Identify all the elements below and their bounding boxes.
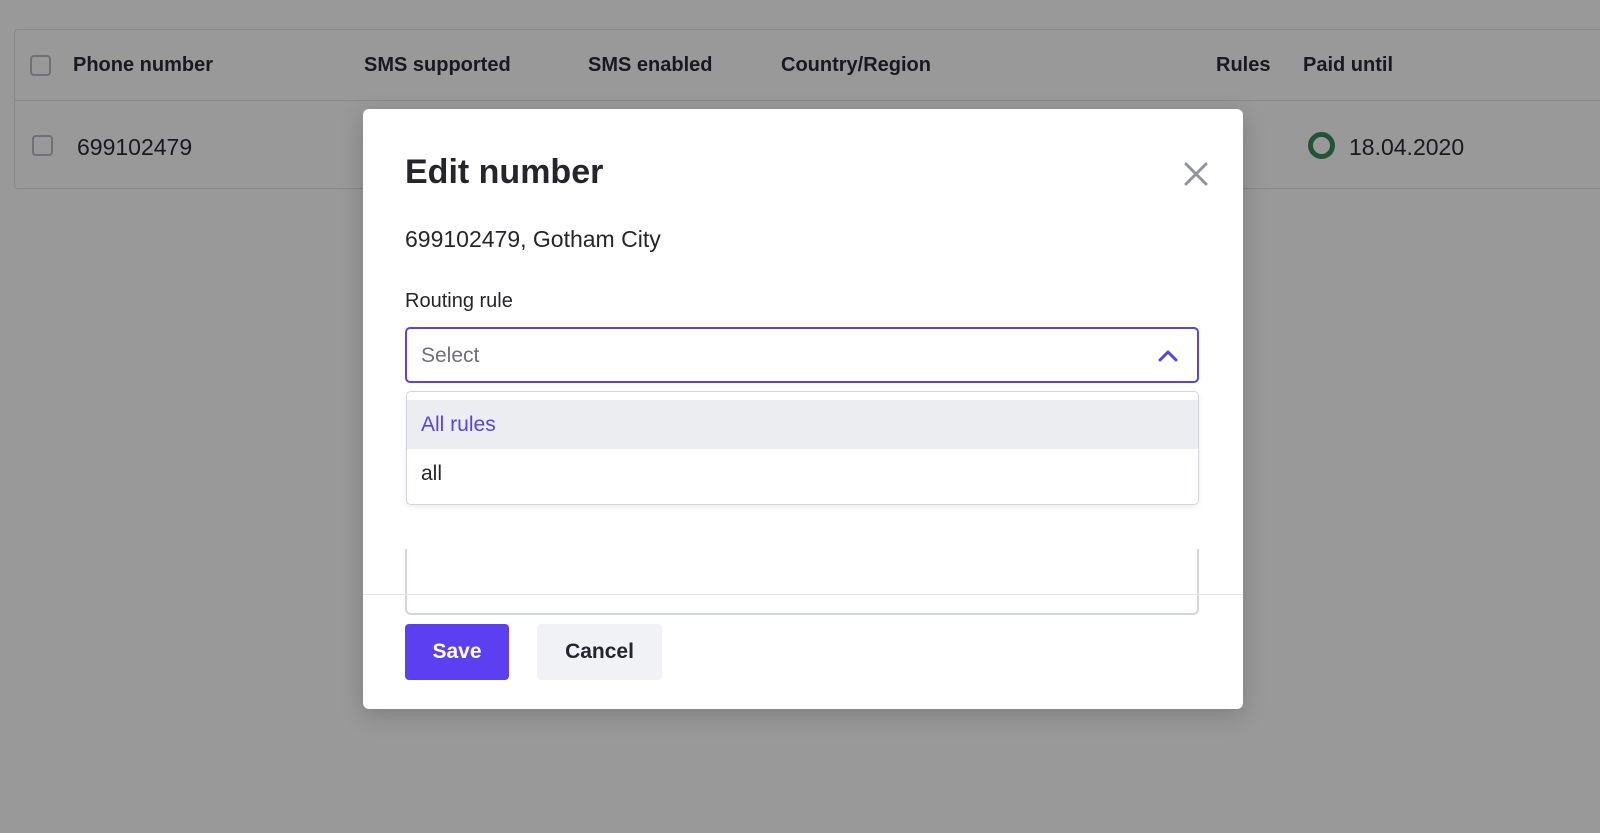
cancel-button[interactable]: Cancel (537, 624, 662, 680)
routing-rule-select[interactable]: Select (405, 327, 1199, 383)
dropdown-option-all-rules[interactable]: All rules (407, 400, 1198, 449)
number-location: 699102479, Gotham City (405, 226, 661, 252)
dropdown-option-all[interactable]: all (407, 449, 1198, 498)
dialog-divider (363, 594, 1243, 595)
obscured-input-field[interactable] (405, 549, 1199, 615)
routing-rule-label: Routing rule (405, 290, 513, 312)
edit-number-dialog: Edit number 699102479, Gotham City Routi… (363, 109, 1243, 709)
save-button[interactable]: Save (405, 624, 509, 680)
routing-rule-dropdown: All rules all (406, 391, 1199, 505)
close-button[interactable] (1179, 157, 1213, 191)
close-icon (1184, 162, 1208, 186)
select-placeholder: Select (421, 344, 480, 367)
chevron-up-icon (1157, 346, 1179, 364)
dialog-title: Edit number (405, 153, 604, 191)
